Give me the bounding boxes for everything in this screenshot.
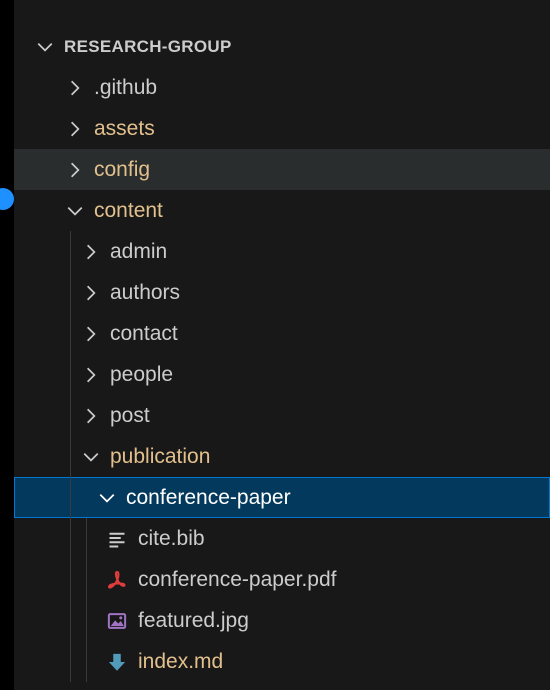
pdf-icon	[106, 569, 128, 591]
tree-item-label: assets	[94, 116, 155, 140]
indent-guide	[70, 395, 71, 436]
image-icon	[106, 610, 128, 632]
tree-item-label: cite.bib	[138, 526, 205, 550]
tree-item-label: authors	[110, 280, 181, 304]
tree-item-featured-jpg[interactable]: featured.jpg	[14, 600, 550, 641]
tree-item-github[interactable]: .github	[14, 67, 550, 108]
tree-item-post[interactable]: post	[14, 395, 550, 436]
indent-guide	[70, 600, 71, 641]
chevron-right-icon	[80, 323, 102, 345]
indent-guide	[86, 600, 87, 641]
explorer-root-research-group[interactable]: RESEARCH-GROUP	[14, 26, 550, 67]
chevron-right-icon	[64, 118, 86, 140]
tree-item-label: .github	[94, 75, 158, 99]
chevron-right-icon	[80, 405, 102, 427]
tree-item-assets[interactable]: assets	[14, 108, 550, 149]
indent-guide	[70, 231, 71, 272]
tree-item-label: content	[94, 198, 163, 222]
indent-guide	[86, 641, 87, 682]
tree-item-config[interactable]: config	[14, 149, 550, 190]
tree-item-contact[interactable]: contact	[14, 313, 550, 354]
chevron-down-icon	[96, 487, 118, 509]
tree-item-people[interactable]: people	[14, 354, 550, 395]
indent-guide	[70, 518, 71, 559]
tree-item-label: admin	[110, 239, 168, 263]
indent-guide	[70, 559, 71, 600]
chevron-right-icon	[64, 77, 86, 99]
tree-item-label: index.md	[138, 649, 224, 673]
tree-item-authors[interactable]: authors	[14, 272, 550, 313]
tree-item-publication[interactable]: publication	[14, 436, 550, 477]
tree-item-label: featured.jpg	[138, 608, 249, 632]
file-explorer: RESEARCH-GROUP .github assets config con…	[14, 0, 550, 690]
tree-item-index-md[interactable]: index.md	[14, 641, 550, 682]
tree-item-label: post	[110, 403, 150, 427]
indent-guide	[70, 354, 71, 395]
chevron-right-icon	[80, 241, 102, 263]
explorer-root-label: RESEARCH-GROUP	[64, 36, 232, 56]
tree-item-content[interactable]: content	[14, 190, 550, 231]
tree-item-cite-bib[interactable]: cite.bib	[14, 518, 550, 559]
tree-item-admin[interactable]: admin	[14, 231, 550, 272]
indent-guide	[70, 436, 71, 477]
text-lines-icon	[106, 528, 128, 550]
chevron-right-icon	[80, 364, 102, 386]
tree-item-label: config	[94, 157, 151, 181]
tree-item-label: contact	[110, 321, 178, 345]
chevron-down-icon	[80, 446, 102, 468]
indent-guide	[70, 313, 71, 354]
tree-item-label: conference-paper	[126, 485, 291, 509]
tree-item-conference-paper-pdf[interactable]: conference-paper.pdf	[14, 559, 550, 600]
chevron-right-icon	[80, 282, 102, 304]
chevron-down-icon	[64, 200, 86, 222]
indent-guide	[86, 559, 87, 600]
indent-guide	[70, 477, 71, 518]
chevron-down-icon	[34, 36, 56, 58]
tree-item-label: publication	[110, 444, 211, 468]
markdown-icon	[106, 651, 128, 673]
tree-item-label: people	[110, 362, 174, 386]
chevron-right-icon	[64, 159, 86, 181]
indent-guide	[70, 272, 71, 313]
activity-bar	[0, 0, 14, 690]
indent-guide	[70, 641, 71, 682]
tree-item-conference-paper[interactable]: conference-paper	[14, 477, 550, 518]
indent-guide	[86, 518, 87, 559]
tree-item-label: conference-paper.pdf	[138, 567, 337, 591]
